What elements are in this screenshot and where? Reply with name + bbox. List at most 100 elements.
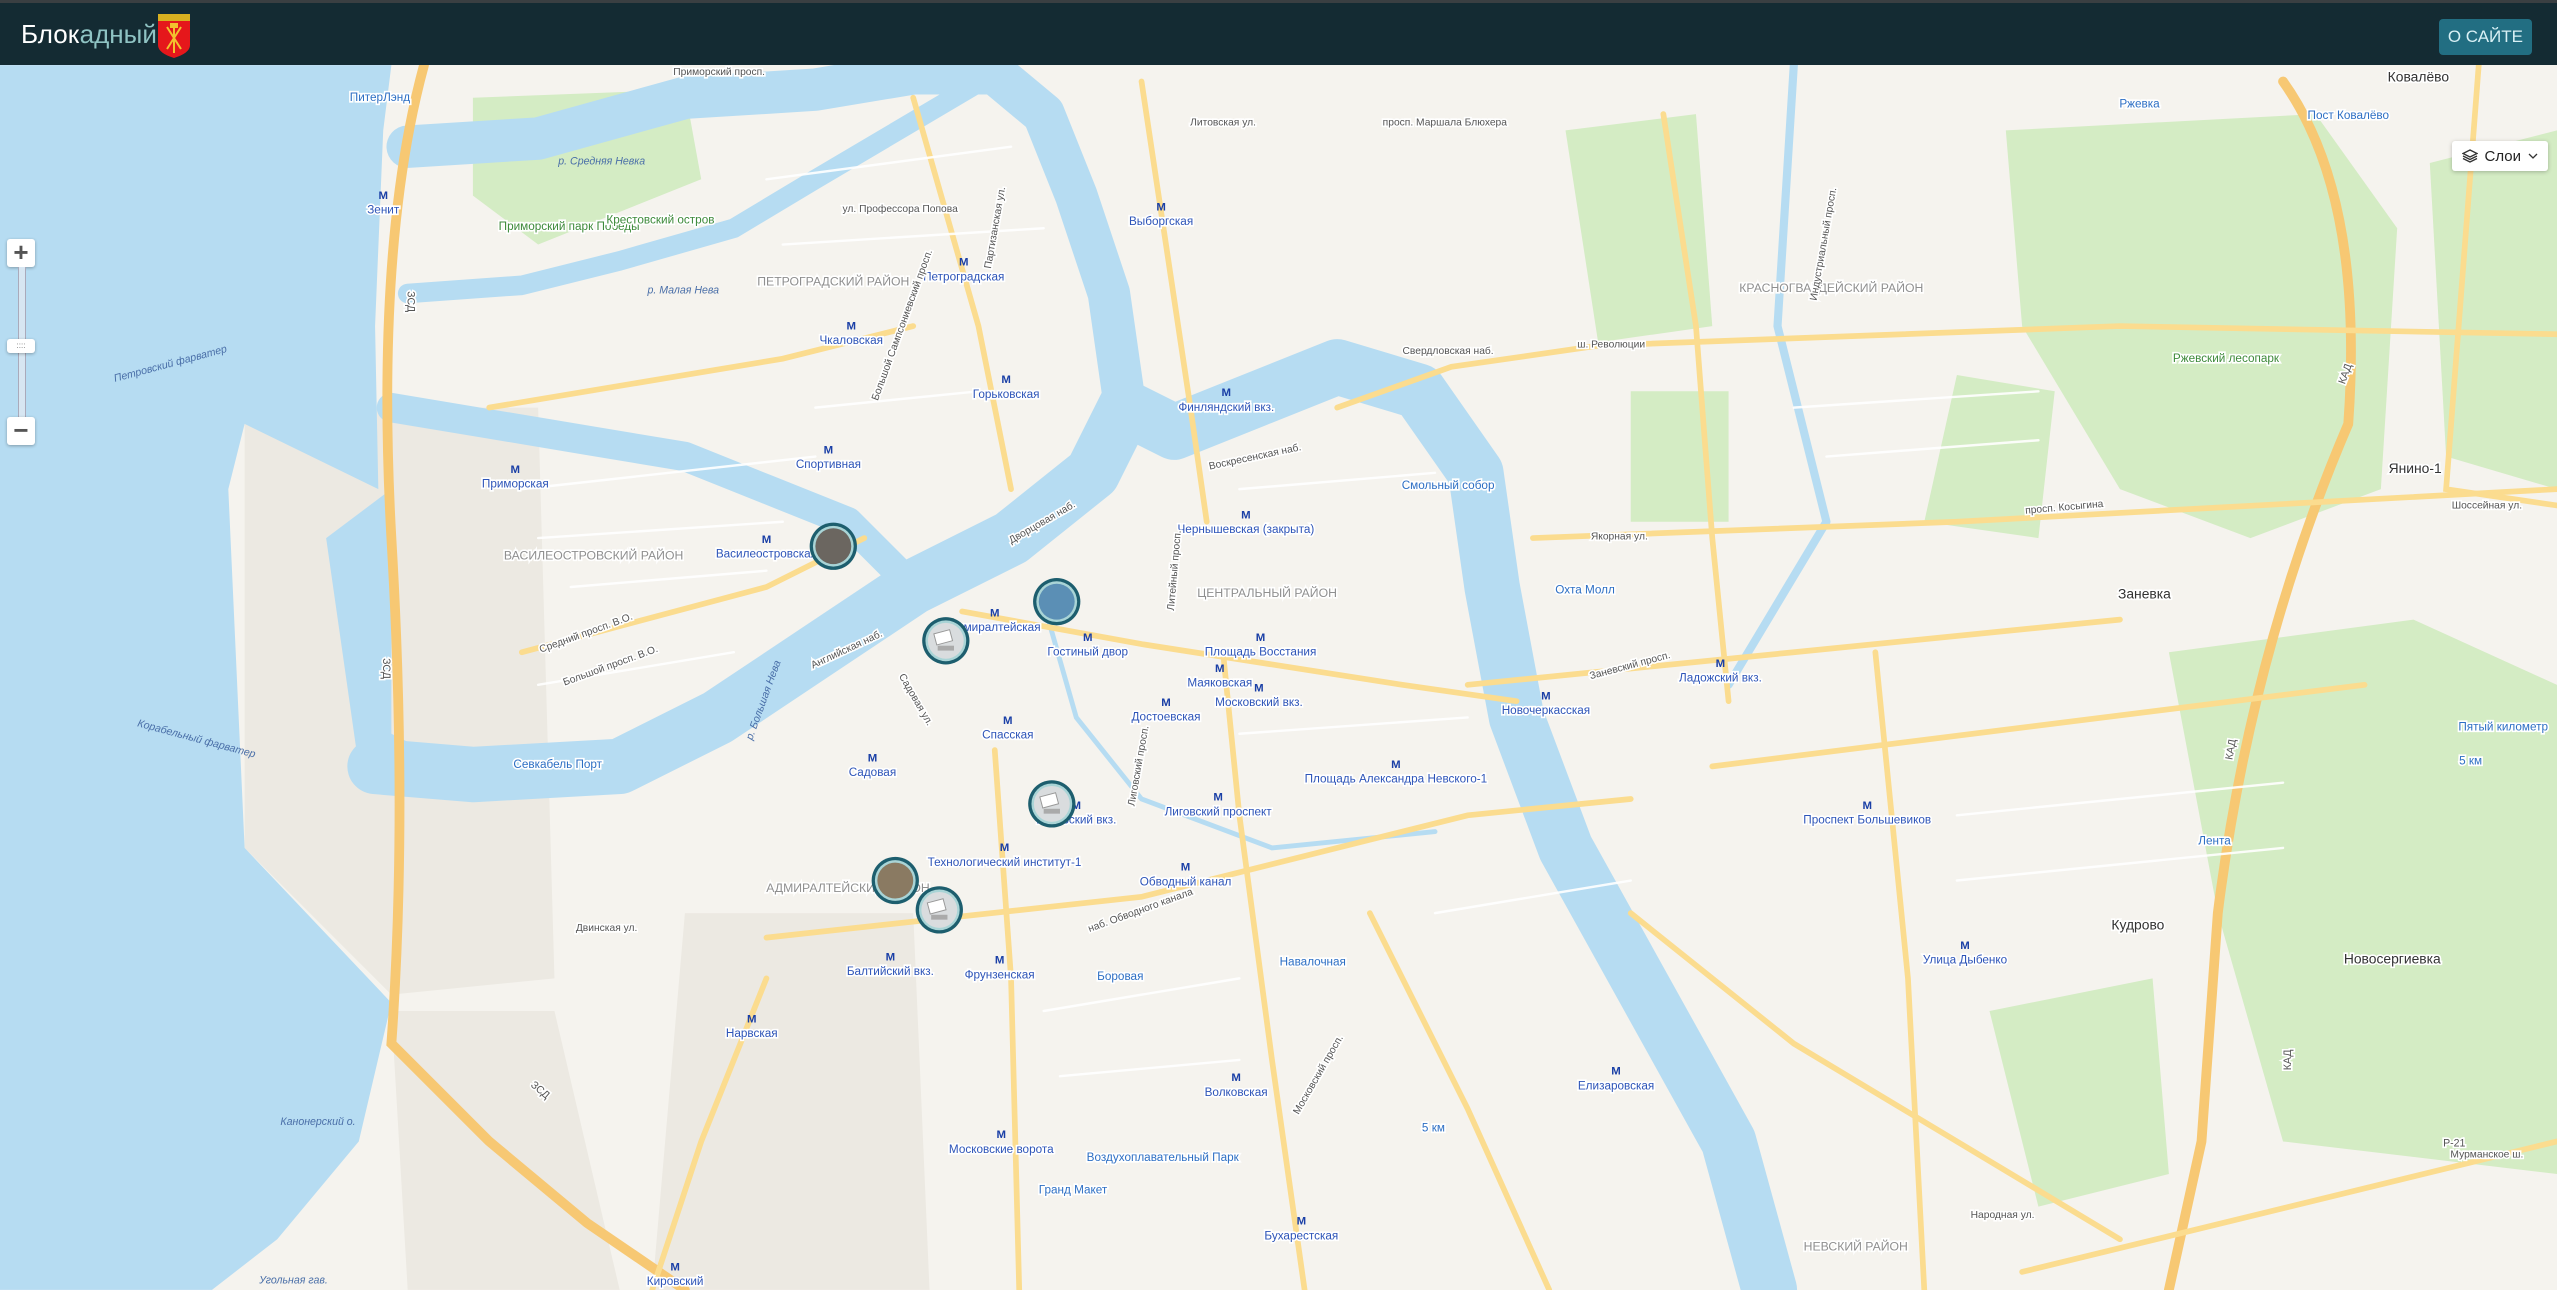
metro-station-label: Ладожский вкз. bbox=[1679, 672, 1762, 685]
layers-dropdown-button[interactable]: Слои bbox=[2451, 141, 2548, 171]
layers-label: Слои bbox=[2484, 147, 2521, 165]
metro-icon: M bbox=[997, 1129, 1007, 1141]
metro-station-label: Спасская bbox=[982, 729, 1033, 742]
metro-station-label: Спортивная bbox=[796, 458, 861, 471]
place-label: Навалочная bbox=[1280, 955, 1346, 968]
object-marker-no-image-3[interactable] bbox=[915, 886, 963, 934]
metro-icon: M bbox=[762, 534, 772, 546]
town-label: Заневка bbox=[2118, 585, 2171, 601]
metro-icon: M bbox=[670, 1261, 680, 1273]
metro-station-label: Волковская bbox=[1205, 1086, 1268, 1099]
water-label: р. Малая Нева bbox=[646, 284, 719, 296]
metro-icon: M bbox=[1001, 374, 1011, 386]
object-marker-building-photo-2[interactable] bbox=[871, 856, 919, 905]
street-label: Народная ул. bbox=[1971, 1210, 2035, 1221]
metro-station-label: Василеостровская bbox=[716, 548, 817, 561]
metro-station-label: Новочеркасская bbox=[1502, 704, 1590, 717]
metro-icon: M bbox=[1213, 792, 1223, 804]
district-label: ПЕТРОГРАДСКИЙ РАЙОН bbox=[757, 273, 909, 288]
place-label: Воздухоплавательный Парк bbox=[1087, 1151, 1240, 1164]
zoom-slider-handle[interactable]: :::: bbox=[7, 339, 35, 353]
highway-label: КАД bbox=[2282, 1050, 2294, 1071]
metro-icon: M bbox=[990, 607, 1000, 619]
metro-icon: M bbox=[846, 320, 856, 332]
place-label: Боровая bbox=[1097, 970, 1143, 983]
place-label: ПитерЛэнд bbox=[350, 91, 410, 104]
metro-station-label: Зенит bbox=[367, 204, 400, 217]
water-label: Канонерский о. bbox=[280, 1116, 355, 1128]
metro-icon: M bbox=[1254, 682, 1264, 694]
metro-station-label: Улица Дыбенко bbox=[1923, 954, 2008, 967]
street-label: Литовская ул. bbox=[1190, 117, 1256, 128]
zoom-in-button[interactable]: + bbox=[7, 239, 35, 267]
map-canvas[interactable]: M Приморская M Василеостровская M Спортивная M… bbox=[0, 65, 2557, 1290]
place-label: Пост Ковалёво bbox=[2308, 109, 2390, 122]
metro-icon: M bbox=[1003, 715, 1013, 727]
metro-station-label: Чернышевская (закрыта) bbox=[1177, 523, 1314, 536]
metro-icon: M bbox=[1222, 387, 1232, 399]
metro-icon: M bbox=[1960, 940, 1970, 952]
metro-icon: M bbox=[1297, 1216, 1307, 1228]
metro-station-label: Московский вкз. bbox=[1215, 696, 1303, 709]
chevron-down-icon bbox=[2528, 153, 2538, 159]
metro-icon: M bbox=[1000, 842, 1010, 854]
object-marker-building-photo-1[interactable] bbox=[1033, 578, 1081, 626]
metro-station-label: Балтийский вкз. bbox=[847, 965, 934, 978]
object-marker-no-image-2[interactable] bbox=[1028, 780, 1076, 828]
metro-icon: M bbox=[1716, 658, 1726, 670]
street-label: Якорная ул. bbox=[1591, 532, 1648, 543]
metro-icon: M bbox=[1862, 800, 1872, 812]
metro-station-label: Гостиный двор bbox=[1047, 645, 1128, 658]
metro-icon: M bbox=[378, 190, 388, 202]
layers-icon bbox=[2461, 149, 2478, 163]
metro-icon: M bbox=[995, 955, 1005, 967]
metro-icon: M bbox=[1181, 862, 1191, 874]
metro-icon: M bbox=[511, 464, 521, 476]
metro-station-label: Обводный канал bbox=[1140, 875, 1232, 888]
map-tiles[interactable]: M Приморская M Василеостровская M Спортивная M… bbox=[0, 65, 2557, 1290]
water-label: р. Средняя Невка bbox=[557, 156, 645, 168]
object-marker-memorial-photo-1[interactable] bbox=[809, 522, 857, 570]
street-label: Двинская ул. bbox=[576, 923, 638, 934]
highway-label: ЗСД bbox=[380, 658, 392, 679]
place-label: Гранд Макет bbox=[1039, 1184, 1108, 1197]
street-label: просп. Маршала Блюхера bbox=[1383, 117, 1508, 128]
park-label: Ржевский лесопарк bbox=[2173, 352, 2280, 365]
highway-label: Р-21 bbox=[2443, 1137, 2465, 1149]
metro-icon: M bbox=[868, 752, 878, 764]
town-label: Новосергиевка bbox=[2344, 951, 2441, 967]
town-label: Кудрово bbox=[2111, 916, 2164, 932]
place-label: Охта Молл bbox=[1555, 584, 1615, 597]
street-label: Шоссейная ул. bbox=[2452, 501, 2522, 512]
place-label: 5 км bbox=[1422, 1122, 1445, 1135]
brand-text-part1: Блок bbox=[21, 19, 80, 49]
street-label: Мурманское ш. bbox=[2450, 1150, 2523, 1161]
metro-station-label: Маяковская bbox=[1187, 676, 1252, 689]
brand-logo[interactable]: Блокадный bbox=[21, 19, 157, 50]
street-label: ул. Профессора Попова bbox=[843, 203, 959, 215]
metro-icon: M bbox=[1231, 1072, 1241, 1084]
metro-icon: M bbox=[1256, 632, 1266, 644]
about-site-button[interactable]: О САЙТЕ bbox=[2438, 19, 2532, 55]
district-label: КРАСНОГВАРДЕЙСКИЙ РАЙОН bbox=[1739, 280, 1923, 295]
leningrad-emblem-icon bbox=[158, 14, 190, 58]
place-label: Лента bbox=[2198, 835, 2231, 848]
zoom-out-button[interactable]: − bbox=[7, 417, 35, 445]
place-label: Смольный собор bbox=[1402, 479, 1495, 492]
metro-station-label: Нарвская bbox=[726, 1027, 778, 1040]
metro-icon: M bbox=[1083, 632, 1093, 644]
water-label: Угольная гав. bbox=[258, 1274, 328, 1286]
street-label: ш. Революции bbox=[1577, 339, 1645, 350]
park-label: Крестовский остров bbox=[606, 213, 714, 226]
object-marker-no-image-1[interactable] bbox=[922, 617, 970, 665]
brand-text-part2: адный bbox=[79, 19, 157, 49]
metro-station-label: Площадь Александра Невского-1 bbox=[1305, 773, 1488, 786]
metro-station-label: Горьковская bbox=[973, 388, 1040, 401]
metro-station-label: Елизаровская bbox=[1578, 1079, 1654, 1092]
app-header: Блокадный О САЙТЕ bbox=[0, 0, 2557, 65]
highway-label: ЗСД bbox=[405, 291, 417, 312]
metro-icon: M bbox=[1241, 510, 1251, 522]
metro-station-label: Московские ворота bbox=[949, 1143, 1054, 1156]
metro-station-label: Проспект Большевиков bbox=[1803, 813, 1931, 826]
metro-station-label: Технологический институт-1 bbox=[928, 856, 1082, 869]
